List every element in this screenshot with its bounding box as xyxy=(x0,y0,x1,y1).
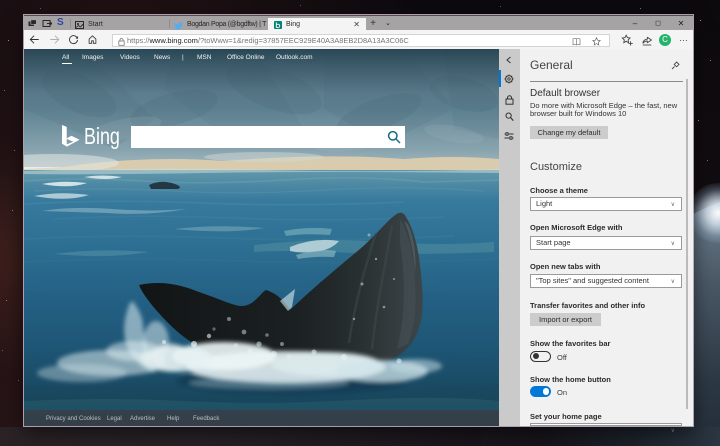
svg-text:Feedback: Feedback xyxy=(193,416,220,422)
svg-text:Advertise: Advertise xyxy=(130,416,156,422)
svg-text:Help: Help xyxy=(167,416,180,422)
svg-text:Legal: Legal xyxy=(107,416,122,422)
svg-text:Privacy and Cookies: Privacy and Cookies xyxy=(46,416,101,422)
